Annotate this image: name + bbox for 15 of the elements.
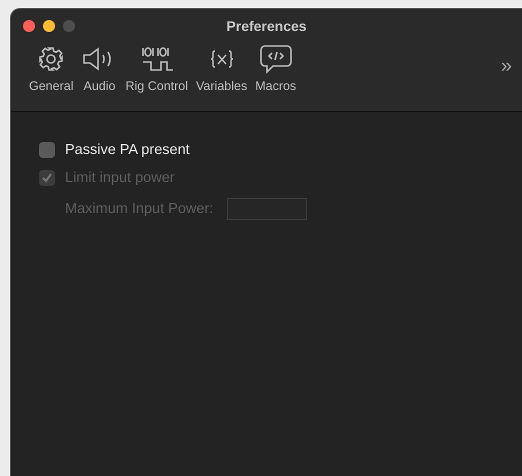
- checkbox-label: Limit input power: [65, 170, 175, 186]
- toolbar-tab[interactable]: Variables: [192, 43, 252, 93]
- gear-icon: [38, 46, 64, 72]
- toolbar-tab[interactable]: Macros: [251, 43, 300, 93]
- toolbar-tab[interactable]: Audio: [77, 43, 122, 93]
- minimize-button[interactable]: [43, 20, 55, 32]
- checkbox-label: Passive PA present: [65, 142, 190, 158]
- checkbox[interactable]: [39, 142, 55, 158]
- toolbar-tab[interactable]: Rig Control: [121, 43, 192, 93]
- code-bubble-icon: [258, 44, 293, 74]
- toolbar-tab[interactable]: General: [25, 43, 78, 93]
- close-button[interactable]: [23, 20, 35, 32]
- overflow-button[interactable]: »: [500, 55, 512, 78]
- window-title: Preferences: [226, 18, 307, 34]
- field-label: Maximum Input Power:: [65, 201, 214, 217]
